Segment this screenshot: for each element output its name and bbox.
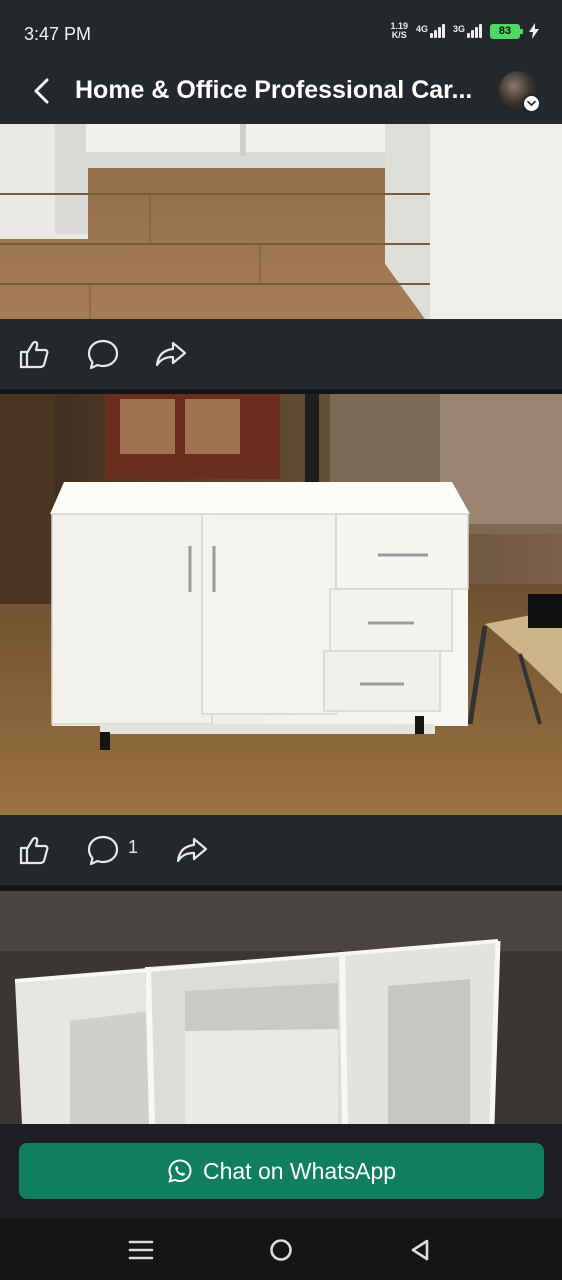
battery-icon: 83: [490, 23, 523, 39]
page-title: Home & Office Professional Car...: [75, 76, 473, 104]
post-actions: [0, 319, 562, 389]
menu-icon[interactable]: [127, 1236, 155, 1264]
signal-3g-icon: 3G: [453, 24, 482, 38]
thumbs-up-icon[interactable]: [17, 833, 51, 867]
triangle-back-icon[interactable]: [406, 1236, 434, 1264]
status-icons: 1.19 K/S 4G 3G 83: [390, 22, 540, 40]
comment-icon[interactable]: [86, 833, 120, 867]
chevron-down-icon[interactable]: [522, 94, 541, 113]
status-time: 3:47 PM: [24, 24, 92, 44]
share-icon[interactable]: [175, 833, 209, 867]
status-bar: 3:47 PM 1.19 K/S 4G 3G 83: [0, 0, 562, 62]
app-header: Home & Office Professional Car...: [0, 62, 562, 124]
signal-4g-icon: 4G: [416, 24, 445, 38]
chat-on-whatsapp-button[interactable]: Chat on WhatsApp: [19, 1143, 544, 1199]
chevron-left-icon[interactable]: [28, 76, 58, 106]
whatsapp-button-label: Chat on WhatsApp: [202, 1157, 397, 1184]
post-actions: 1: [0, 815, 562, 885]
network-speed: 1.19 K/S: [390, 21, 408, 40]
home-icon[interactable]: [267, 1236, 295, 1264]
charging-icon: [529, 23, 539, 39]
whatsapp-bar: Chat on WhatsApp: [0, 1124, 562, 1218]
share-icon[interactable]: [154, 337, 188, 371]
post-photo[interactable]: [0, 891, 562, 1124]
comment-icon[interactable]: [86, 337, 120, 371]
thumbs-up-icon[interactable]: [17, 337, 51, 371]
system-nav-bar: [0, 1218, 562, 1280]
post-photo[interactable]: [0, 124, 562, 319]
whatsapp-icon: [168, 1159, 192, 1183]
comment-count: 1: [128, 837, 139, 857]
post-photo[interactable]: [0, 394, 562, 815]
